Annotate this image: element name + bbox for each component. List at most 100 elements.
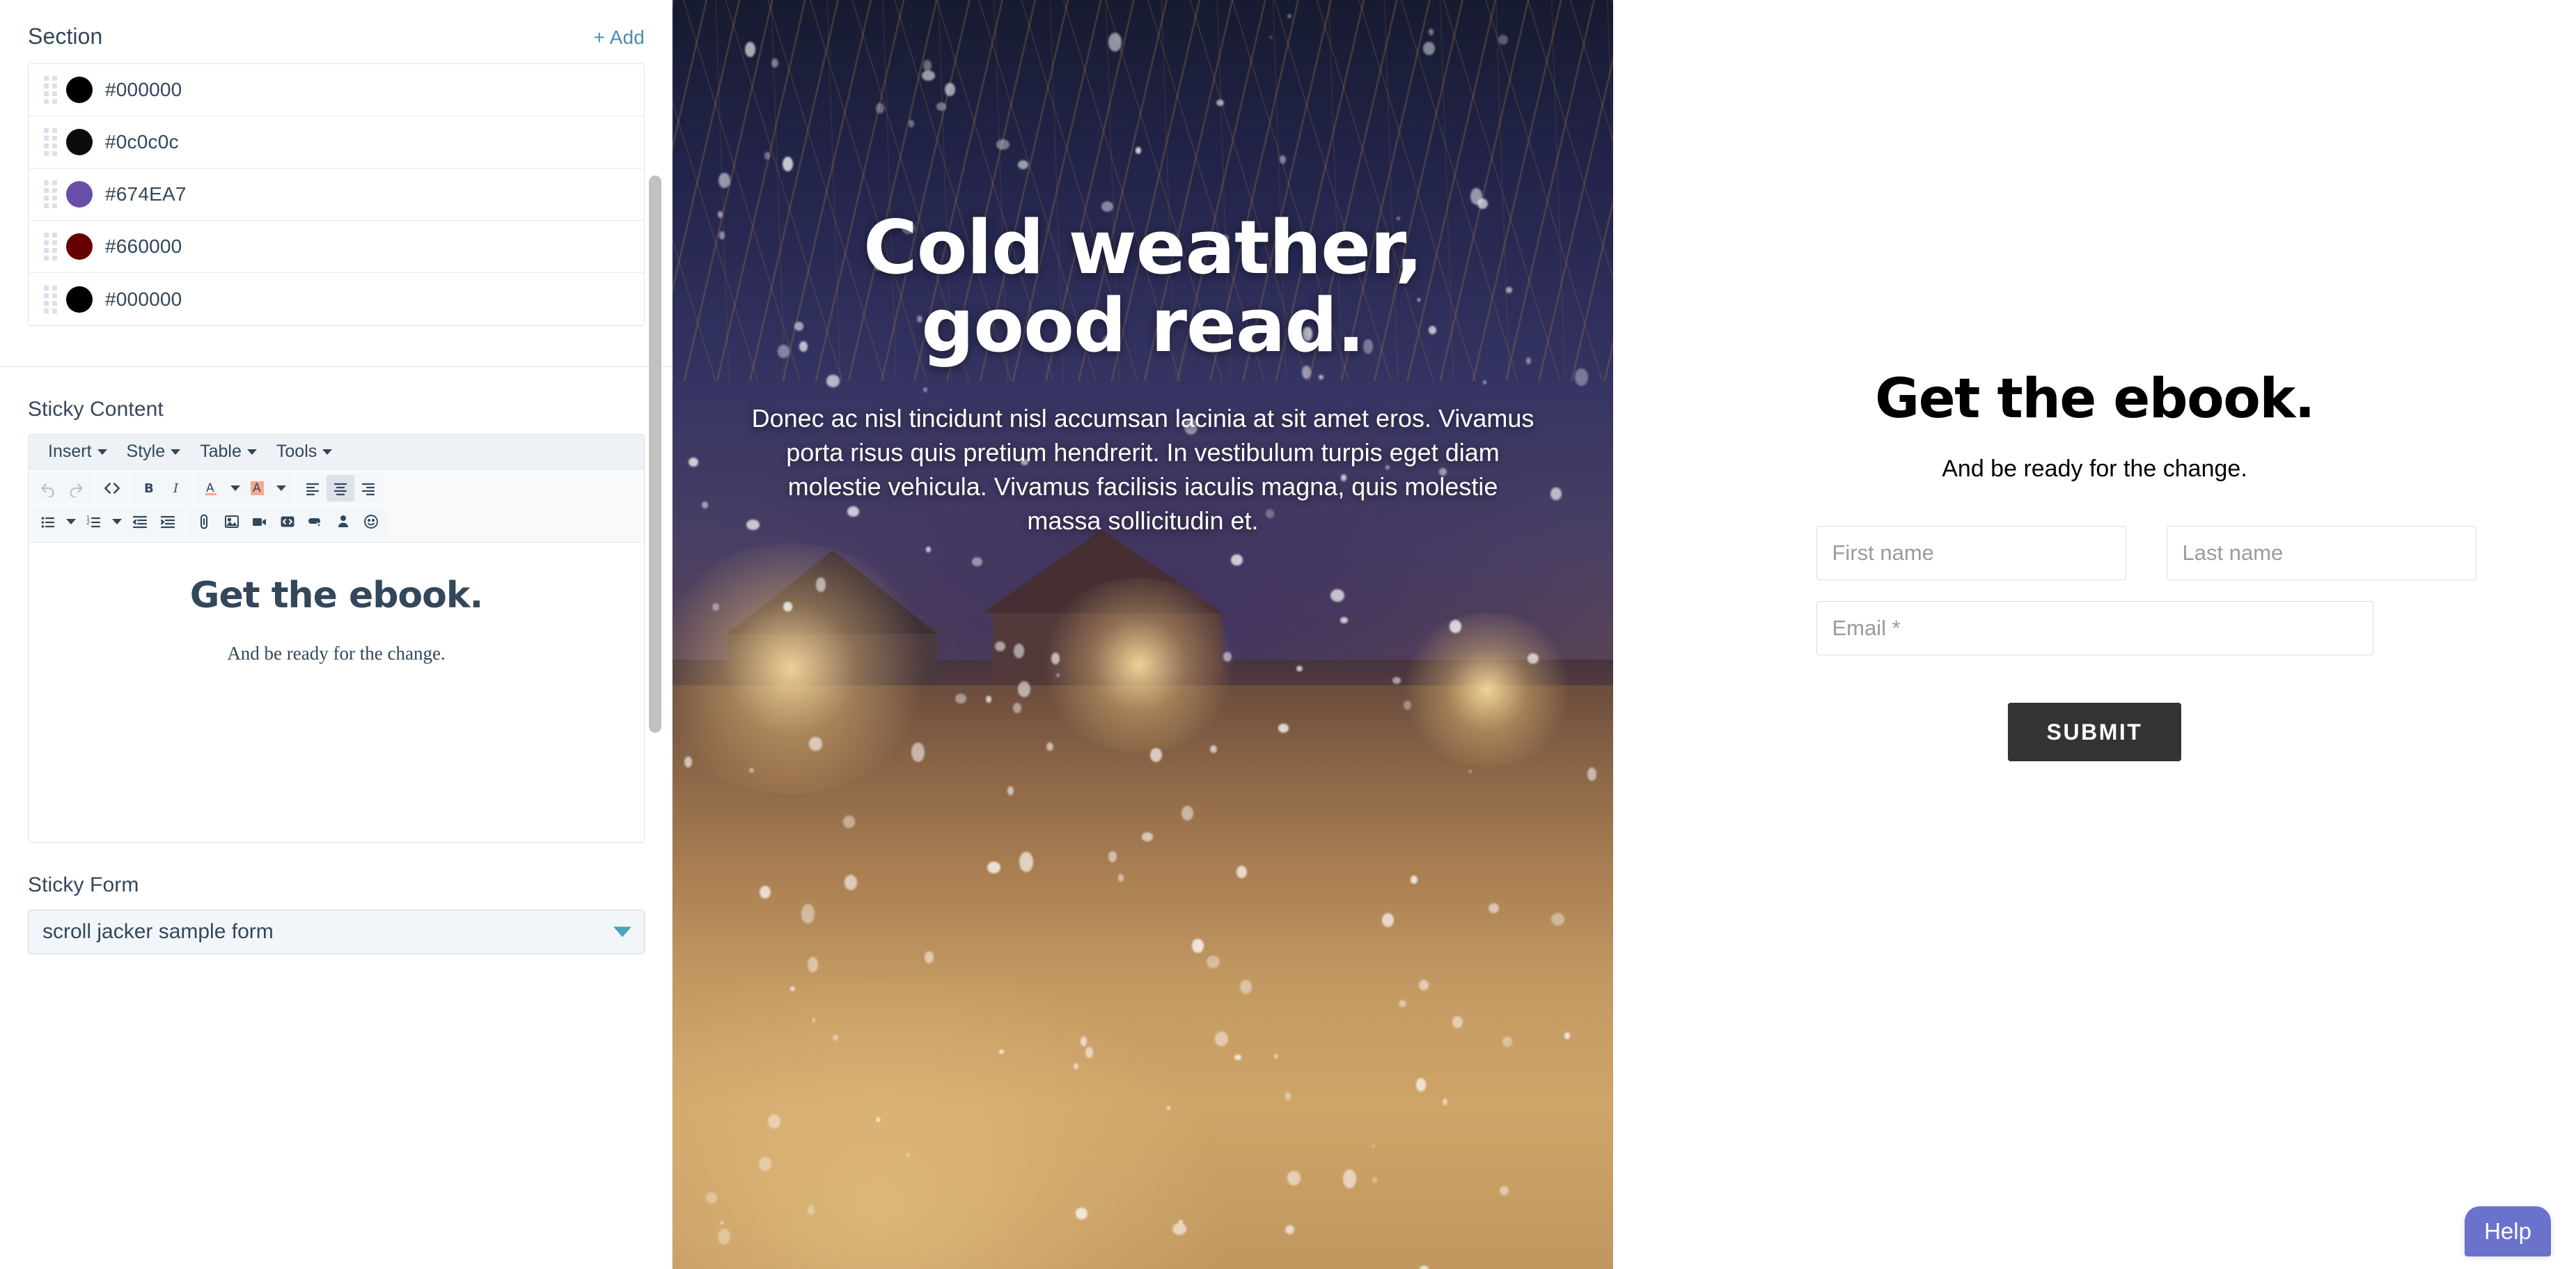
lead-form: Get the ebook. And be ready for the chan… [1816,368,2476,1269]
image-icon[interactable] [218,508,246,535]
chevron-down-icon [322,449,333,455]
highlight-color-dropdown-icon[interactable] [272,475,290,501]
text-color-dropdown-icon[interactable] [226,475,244,501]
editor-menu-tools[interactable]: Tools [267,435,342,469]
chevron-down-icon [246,449,257,455]
embed-code-icon[interactable] [274,508,301,535]
color-hex-label: #000000 [105,79,182,100]
drag-handle-icon[interactable] [41,74,59,106]
svg-text:I: I [173,481,179,496]
sticky-form-select[interactable]: scroll jacker sample form [28,910,645,954]
email-input[interactable] [1816,601,2373,655]
section-panel: Section + Add #000000 #0c0c0c #674EA7 #6600… [0,0,673,326]
source-code-icon[interactable] [98,475,126,501]
undo-icon[interactable] [34,475,62,501]
cta-button-icon[interactable] [301,508,329,535]
add-section-link[interactable]: + Add [594,26,645,49]
form-email-row [1816,601,2373,655]
preview-heading-line-2: good read. [921,283,1365,369]
insert-group [189,507,386,536]
first-name-input[interactable] [1816,526,2126,580]
color-row[interactable]: #000000 [29,64,644,116]
source-group [97,474,127,503]
color-list: #000000 #0c0c0c #674EA7 #660000 #000000 [28,63,645,326]
color-row[interactable]: #0c0c0c [29,116,644,169]
color-row[interactable]: #000000 [29,273,644,325]
section-header: Section + Add [28,24,645,49]
color-swatch[interactable] [66,77,93,103]
editor-menu-insert[interactable]: Insert [38,435,117,469]
editor-subheading: And be ready for the change. [227,643,446,664]
redo-icon[interactable] [62,475,90,501]
bullet-list-dropdown-icon[interactable] [62,508,80,535]
editor-menu-label: Style [126,442,166,461]
color-swatch[interactable] [66,286,93,313]
help-button[interactable]: Help [2465,1206,2551,1256]
indent-icon[interactable] [154,508,182,535]
text-color-icon[interactable]: A [198,475,226,501]
bold-icon[interactable]: B [134,475,162,501]
editor-menu-label: Insert [48,442,92,461]
editor-toolbar: B I A A 1 2 [29,469,644,543]
color-hex-label: #660000 [105,235,182,257]
sidebar-scrollbar-track[interactable] [647,0,663,1269]
editor-menu-style[interactable]: Style [117,435,191,469]
form-preview-panel: Get the ebook. And be ready for the chan… [1613,0,2576,1269]
history-group [33,474,91,503]
section-title: Section [28,24,103,49]
text-style-group: B I [133,474,191,503]
sticky-form-panel: Sticky Form scroll jacker sample form [0,843,673,954]
align-right-icon[interactable] [354,475,382,501]
editor-content-area[interactable]: Get the ebook. And be ready for the chan… [29,543,644,842]
color-row[interactable]: #660000 [29,221,644,273]
form-name-row [1816,526,2476,580]
form-subheading: And be ready for the change. [1942,456,2247,482]
sticky-form-label: Sticky Form [28,873,139,896]
toolbar-row-1: B I A A [33,474,640,503]
highlight-color-icon[interactable]: A [244,475,272,501]
color-row[interactable]: #674EA7 [29,169,644,221]
video-icon[interactable] [246,508,274,535]
color-swatch[interactable] [66,233,93,260]
rich-text-editor: Insert Style Table Tools B I A A 1 2 Get… [28,434,645,843]
color-group: A A [197,474,292,503]
sticky-form-selected-value: scroll jacker sample form [42,920,274,943]
color-hex-label: #674EA7 [105,183,187,205]
drag-handle-icon[interactable] [41,178,59,210]
outdent-icon[interactable] [126,508,154,535]
svg-text:B: B [144,481,154,496]
svg-text:A: A [253,481,261,495]
bullet-list-icon[interactable] [34,508,62,535]
align-group [297,474,384,503]
sidebar-scrollbar-thumb[interactable] [649,176,661,733]
preview-heading: Cold weather, good read. [751,208,1535,369]
italic-icon[interactable]: I [162,475,190,501]
drag-handle-icon[interactable] [41,126,59,158]
numbered-list-icon[interactable]: 12 [80,508,108,535]
drag-handle-icon[interactable] [41,231,59,263]
chevron-down-icon [613,926,631,937]
color-swatch[interactable] [66,181,93,208]
editor-menubar: Insert Style Table Tools [29,435,644,469]
align-center-icon[interactable] [327,475,354,501]
editor-heading: Get the ebook. [189,575,483,616]
numbered-list-dropdown-icon[interactable] [108,508,126,535]
editor-menu-table[interactable]: Table [190,435,267,469]
align-left-icon[interactable] [299,475,327,501]
color-hex-label: #000000 [105,288,182,310]
color-swatch[interactable] [66,129,93,155]
editor-menu-label: Table [200,442,242,461]
personalize-icon[interactable] [329,508,357,535]
list-group: 12 [33,507,183,536]
chevron-down-icon [171,449,181,455]
color-hex-label: #0c0c0c [105,131,179,153]
last-name-input[interactable] [2166,526,2476,580]
submit-button[interactable]: SUBMIT [2007,703,2182,761]
editor-sidebar: Section + Add #000000 #0c0c0c #674EA7 #6600… [0,0,673,1269]
link-icon[interactable] [190,508,218,535]
form-heading: Get the ebook. [1875,368,2315,430]
chevron-down-icon [97,449,107,455]
emoji-icon[interactable] [357,508,385,535]
sticky-content-panel: Sticky Content Insert Style Table Tools [0,367,673,843]
drag-handle-icon[interactable] [41,283,59,316]
